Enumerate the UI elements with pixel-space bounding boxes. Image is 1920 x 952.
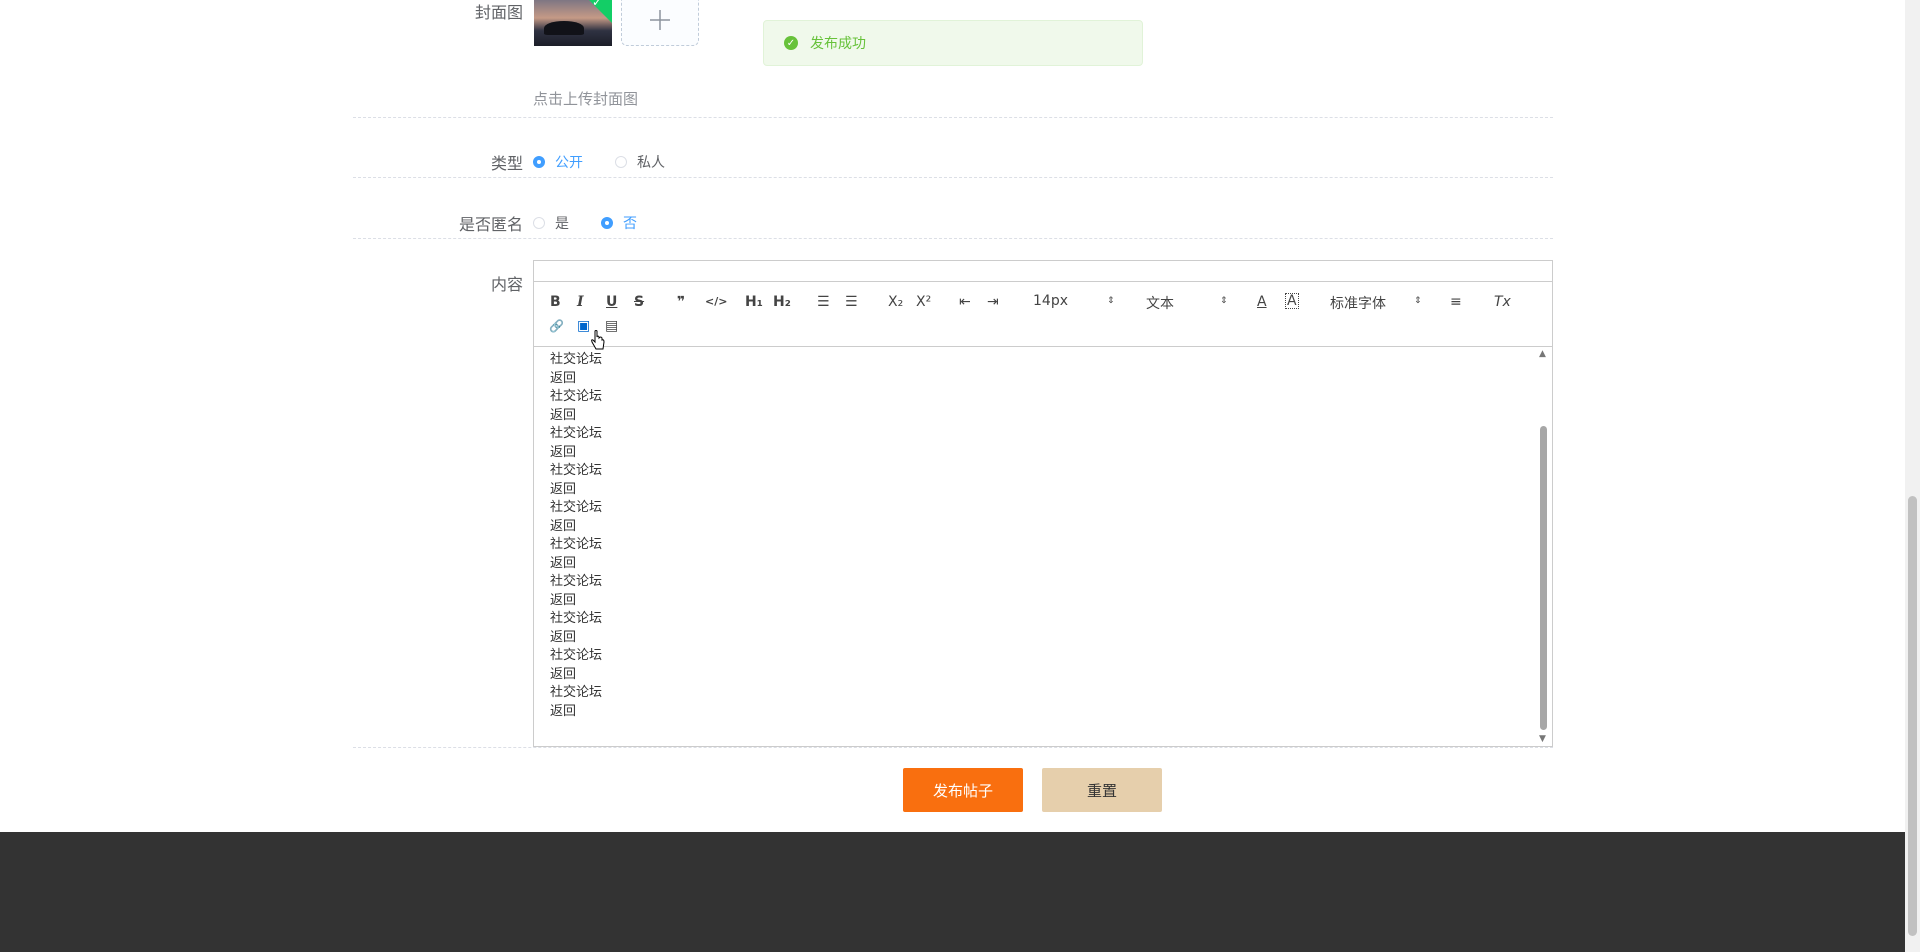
editor-content[interactable]: 社交论坛 返回 社交论坛 返回 社交论坛 返回 社交论坛 返回 社交论坛 返回 社交论坛 返回 社交论坛… xyxy=(534,347,1536,746)
editor-toolbar: B I U S ❞ </> H₁ H₂ ☰ ☰ X₂ X² ⇤ ⇥ 14px ⇕… xyxy=(534,282,1552,347)
background-color-button[interactable]: A xyxy=(1285,293,1299,309)
success-check-icon: ✓ xyxy=(784,36,798,50)
content-line: 社交论坛 xyxy=(550,426,603,441)
content-line: 社交论坛 xyxy=(550,537,603,552)
ordered-list-button[interactable]: ☰ xyxy=(817,293,830,311)
rich-text-editor: B I U S ❞ </> H₁ H₂ ☰ ☰ X₂ X² ⇤ ⇥ 14px ⇕… xyxy=(533,260,1553,747)
content-line: 返回 xyxy=(550,592,577,608)
type-label: 类型 xyxy=(490,154,523,173)
content-line: 社交论坛 xyxy=(550,463,603,478)
italic-button[interactable]: I xyxy=(577,293,584,311)
header1-button[interactable]: H₁ xyxy=(745,293,763,311)
radio-dot-icon xyxy=(533,156,545,168)
scroll-up-arrow-icon[interactable]: ▲ xyxy=(1539,349,1546,359)
toast-message: 发布成功 xyxy=(810,36,866,52)
content-line: 社交论坛 xyxy=(550,611,603,626)
content-line: 返回 xyxy=(550,666,577,682)
radio-dot-icon xyxy=(615,156,627,168)
content-line: 返回 xyxy=(550,518,577,534)
radio-dot-icon xyxy=(601,217,613,229)
blockquote-button[interactable]: ❞ xyxy=(677,293,685,311)
anonymous-radio-no[interactable]: 否 xyxy=(601,213,637,233)
cover-upload-button[interactable] xyxy=(621,0,699,46)
check-icon: ✓ xyxy=(591,0,602,9)
anonymous-radio-yes[interactable]: 是 xyxy=(533,213,569,233)
select-arrow-icon: ⇕ xyxy=(1414,296,1422,306)
bold-button[interactable]: B xyxy=(550,293,561,311)
indent-button[interactable]: ⇥ xyxy=(987,293,999,311)
publish-button[interactable]: 发布帖子 xyxy=(903,768,1023,812)
content-line: 返回 xyxy=(550,444,577,460)
subscript-button[interactable]: X₂ xyxy=(888,293,903,311)
content-line: 返回 xyxy=(550,370,577,386)
anonymous-label: 是否匿名 xyxy=(458,215,523,234)
header-picker[interactable]: 文本 ⇕ xyxy=(1146,293,1232,313)
outdent-button[interactable]: ⇤ xyxy=(959,293,971,311)
align-button[interactable]: ≡ xyxy=(1450,293,1462,311)
video-button[interactable]: ▤ xyxy=(605,317,618,335)
superscript-button[interactable]: X² xyxy=(916,293,931,311)
type-radio-public[interactable]: 公开 xyxy=(533,152,583,172)
content-line: 社交论坛 xyxy=(550,389,603,404)
plus-icon xyxy=(650,10,670,30)
header2-button[interactable]: H₂ xyxy=(773,293,791,311)
content-label: 内容 xyxy=(490,275,523,294)
content-line: 社交论坛 xyxy=(550,500,603,515)
image-button[interactable]: ▣ xyxy=(577,317,590,335)
content-line: 返回 xyxy=(550,703,577,719)
bullet-list-button[interactable]: ☰ xyxy=(845,293,858,311)
select-arrow-icon: ⇕ xyxy=(1220,296,1228,306)
clean-format-button[interactable]: Tx xyxy=(1494,293,1511,311)
hand-cursor-icon xyxy=(591,330,605,350)
cover-label: 封面图 xyxy=(474,3,523,22)
underline-button[interactable]: U xyxy=(606,293,617,311)
content-line: 返回 xyxy=(550,481,577,497)
font-size-picker[interactable]: 14px ⇕ xyxy=(1033,293,1119,309)
page-scroll-thumb[interactable] xyxy=(1908,496,1917,936)
code-block-button[interactable]: </> xyxy=(705,293,727,311)
content-line: 社交论坛 xyxy=(550,685,603,700)
content-line: 社交论坛 xyxy=(550,574,603,589)
type-radio-private[interactable]: 私人 xyxy=(615,152,665,172)
page-scrollbar[interactable] xyxy=(1905,0,1920,952)
editor-scrollbar[interactable]: ▲ ▼ xyxy=(1536,347,1552,746)
font-color-button[interactable]: A xyxy=(1257,293,1267,311)
reset-button[interactable]: 重置 xyxy=(1042,768,1162,812)
cover-thumbnail[interactable]: ✓ xyxy=(534,0,612,46)
editor-scroll-thumb[interactable] xyxy=(1540,426,1547,730)
radio-dot-icon xyxy=(533,217,545,229)
scroll-down-arrow-icon[interactable]: ▼ xyxy=(1539,734,1546,744)
thumbnail-rock-shape xyxy=(544,21,584,35)
content-line: 返回 xyxy=(550,629,577,645)
page-footer xyxy=(0,832,1905,952)
content-line: 返回 xyxy=(550,555,577,571)
font-family-picker[interactable]: 标准字体 ⇕ xyxy=(1330,293,1422,313)
content-line: 社交论坛 xyxy=(550,648,603,663)
link-button[interactable]: 🔗 xyxy=(549,317,564,335)
content-line: 返回 xyxy=(550,407,577,423)
success-toast: ✓ 发布成功 xyxy=(763,20,1143,66)
cover-upload-tip: 点击上传封面图 xyxy=(533,90,639,108)
strike-button[interactable]: S xyxy=(634,293,644,311)
select-arrow-icon: ⇕ xyxy=(1107,296,1115,306)
